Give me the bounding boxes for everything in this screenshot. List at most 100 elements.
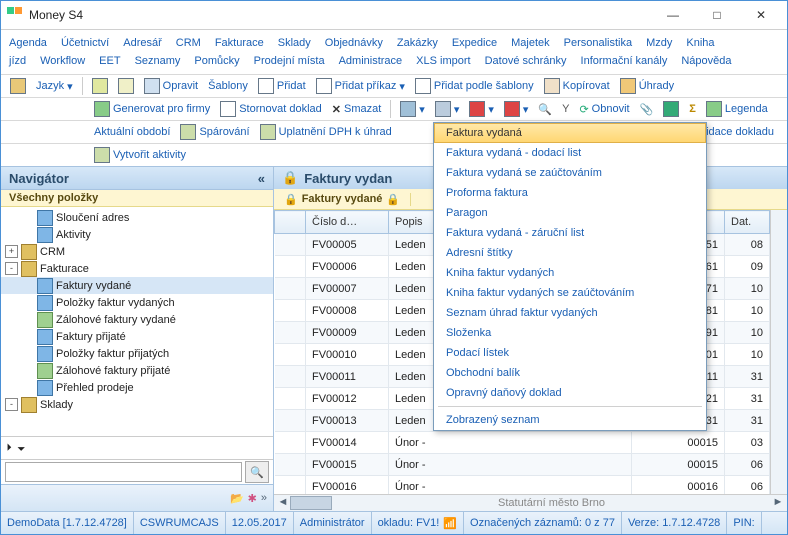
jazyk-dropdown[interactable]: Jazyk ▾ — [33, 79, 76, 94]
rss-icon[interactable]: 📶 — [443, 517, 457, 530]
popup-item[interactable]: Faktura vydaná — [434, 123, 706, 143]
tree-node[interactable]: Zálohové faktury vydané — [1, 311, 273, 328]
menu-workflow[interactable]: Workflow — [40, 55, 85, 67]
column-header[interactable] — [275, 211, 306, 234]
preview-button[interactable]: ▾ — [432, 100, 463, 118]
close-button[interactable]: ✕ — [741, 4, 781, 26]
menu-adresář[interactable]: Adresář — [123, 37, 162, 49]
scroll-right-icon[interactable]: ► — [771, 496, 785, 510]
popup-item[interactable]: Paragon — [434, 203, 706, 223]
tree-tool-icon[interactable]: 🞃 — [17, 442, 25, 455]
menu-agenda[interactable]: Agenda — [9, 37, 47, 49]
vertical-scrollbar[interactable] — [770, 210, 787, 494]
pridat-prikaz-button[interactable]: Přidat příkaz ▾ — [313, 77, 408, 95]
scroll-left-icon[interactable]: ◄ — [276, 496, 290, 510]
pridat-button[interactable]: Přidat — [255, 77, 309, 95]
table-row[interactable]: FV00014Únor -0001503 — [275, 432, 770, 454]
sheet-icon[interactable] — [115, 77, 137, 95]
uhrady-button[interactable]: Úhrady — [617, 77, 677, 95]
aktivity-button[interactable]: Vytvořit aktivity — [91, 146, 189, 164]
popup-item[interactable]: Obchodní balík — [434, 363, 706, 383]
kopirovat-button[interactable]: Kopírovat — [541, 77, 613, 95]
book-icon[interactable] — [7, 77, 29, 95]
sum-icon[interactable]: Σ — [686, 102, 699, 116]
menu-fakturace[interactable]: Fakturace — [215, 37, 264, 49]
navigator-collapse-button[interactable]: « — [258, 171, 265, 186]
search-icon[interactable]: 🔍 — [535, 102, 555, 117]
tree-node[interactable]: -Fakturace — [1, 260, 273, 277]
table-row[interactable]: FV00015Únor -0001506 — [275, 454, 770, 476]
pdf2-button[interactable]: ▾ — [501, 100, 532, 118]
tree-node[interactable]: Sloučení adres — [1, 209, 273, 226]
menu-účetnictví[interactable]: Účetnictví — [61, 37, 109, 49]
menu-informační kanály[interactable]: Informační kanály — [581, 55, 668, 67]
popup-item[interactable]: Opravný daňový doklad — [434, 383, 706, 403]
menu-expedice[interactable]: Expedice — [452, 37, 497, 49]
arrow-icon[interactable]: » — [261, 492, 267, 504]
legenda-button[interactable]: Legenda — [703, 100, 771, 118]
obnovit-button[interactable]: ⟳Obnovit — [576, 102, 632, 117]
tree-node[interactable]: Zálohové faktury přijaté — [1, 362, 273, 379]
print-split-button[interactable]: ▾ — [397, 100, 428, 118]
navigator-search-input[interactable] — [5, 462, 242, 482]
column-header[interactable]: Číslo d… — [306, 211, 389, 234]
menu-crm[interactable]: CRM — [176, 37, 201, 49]
pridat-sablona-button[interactable]: Přidat podle šablony — [412, 77, 537, 95]
navigator-search-button[interactable]: 🔍 — [245, 461, 269, 483]
star-icon[interactable]: ✱ — [248, 492, 257, 505]
tree-node[interactable]: Položky faktur přijatých — [1, 345, 273, 362]
attach-icon[interactable]: 📎 — [637, 102, 657, 117]
tree-node[interactable]: Faktury přijaté — [1, 328, 273, 345]
scroll-thumb[interactable] — [290, 496, 332, 510]
tree-expand-icon[interactable]: 🞂 — [7, 442, 11, 455]
folder-icon[interactable]: 📂 — [230, 492, 244, 505]
menu-majetek[interactable]: Majetek — [511, 37, 550, 49]
popup-item[interactable]: Kniha faktur vydaných se zaúčtováním — [434, 283, 706, 303]
navigator-subheader[interactable]: Všechny položky — [1, 190, 273, 207]
note-icon[interactable] — [89, 77, 111, 95]
sablony-button[interactable]: Šablony — [205, 79, 251, 93]
popup-item[interactable]: Složenka — [434, 323, 706, 343]
tree-toggle-icon[interactable]: - — [5, 262, 18, 275]
menu-seznamy[interactable]: Seznamy — [135, 55, 181, 67]
opravit-button[interactable]: Opravit — [141, 77, 201, 95]
menu-objednávky[interactable]: Objednávky — [325, 37, 383, 49]
tab-faktury-vydane[interactable]: 🔒 Faktury vydané 🔒 — [274, 193, 411, 206]
menu-zakázky[interactable]: Zakázky — [397, 37, 438, 49]
table-row[interactable]: FV00016Únor -0001606 — [275, 476, 770, 495]
popup-item[interactable]: Seznam úhrad faktur vydaných — [434, 303, 706, 323]
tree-node[interactable]: -Sklady — [1, 396, 273, 413]
tree-toggle-icon[interactable]: - — [5, 398, 18, 411]
menu-sklady[interactable]: Sklady — [278, 37, 311, 49]
navigator-tree[interactable]: Sloučení adresAktivity+CRM-FakturaceFakt… — [1, 207, 273, 436]
popup-item[interactable]: Faktura vydaná - dodací list — [434, 143, 706, 163]
tree-node[interactable]: +CRM — [1, 243, 273, 260]
tree-toggle-icon[interactable]: + — [5, 245, 18, 258]
menu-eet[interactable]: EET — [99, 55, 120, 67]
tree-node[interactable]: Aktivity — [1, 226, 273, 243]
popup-item[interactable]: Podací lístek — [434, 343, 706, 363]
menu-personalistika[interactable]: Personalistika — [564, 37, 632, 49]
popup-item[interactable]: Kniha faktur vydaných — [434, 263, 706, 283]
minimize-button[interactable]: — — [653, 4, 693, 26]
menu-datové schránky[interactable]: Datové schránky — [485, 55, 567, 67]
popup-item[interactable]: Proforma faktura — [434, 183, 706, 203]
menu-xls import[interactable]: XLS import — [416, 55, 470, 67]
popup-item[interactable]: Zobrazený seznam — [434, 410, 706, 430]
stornovat-button[interactable]: Stornovat doklad — [217, 100, 325, 118]
popup-item[interactable]: Faktura vydaná se zaúčtováním — [434, 163, 706, 183]
popup-item[interactable]: Adresní štítky — [434, 243, 706, 263]
menu-nápověda[interactable]: Nápověda — [681, 55, 731, 67]
column-header[interactable]: Dat. — [725, 211, 770, 234]
tree-node[interactable]: Přehled prodeje — [1, 379, 273, 396]
popup-item[interactable]: Faktura vydaná - záruční list — [434, 223, 706, 243]
tree-node[interactable]: Faktury vydané — [1, 277, 273, 294]
dph-button[interactable]: Uplatnění DPH k úhrad — [257, 123, 395, 141]
menu-pomůcky[interactable]: Pomůcky — [194, 55, 239, 67]
menu-administrace[interactable]: Administrace — [339, 55, 403, 67]
sparovani-button[interactable]: Spárování — [177, 123, 252, 141]
menu-prodejní místa[interactable]: Prodejní místa — [254, 55, 325, 67]
pdf1-button[interactable]: ▾ — [466, 100, 497, 118]
generovat-button[interactable]: Generovat pro firmy — [91, 100, 213, 118]
obdobi-button[interactable]: Aktuální období — [91, 125, 173, 139]
